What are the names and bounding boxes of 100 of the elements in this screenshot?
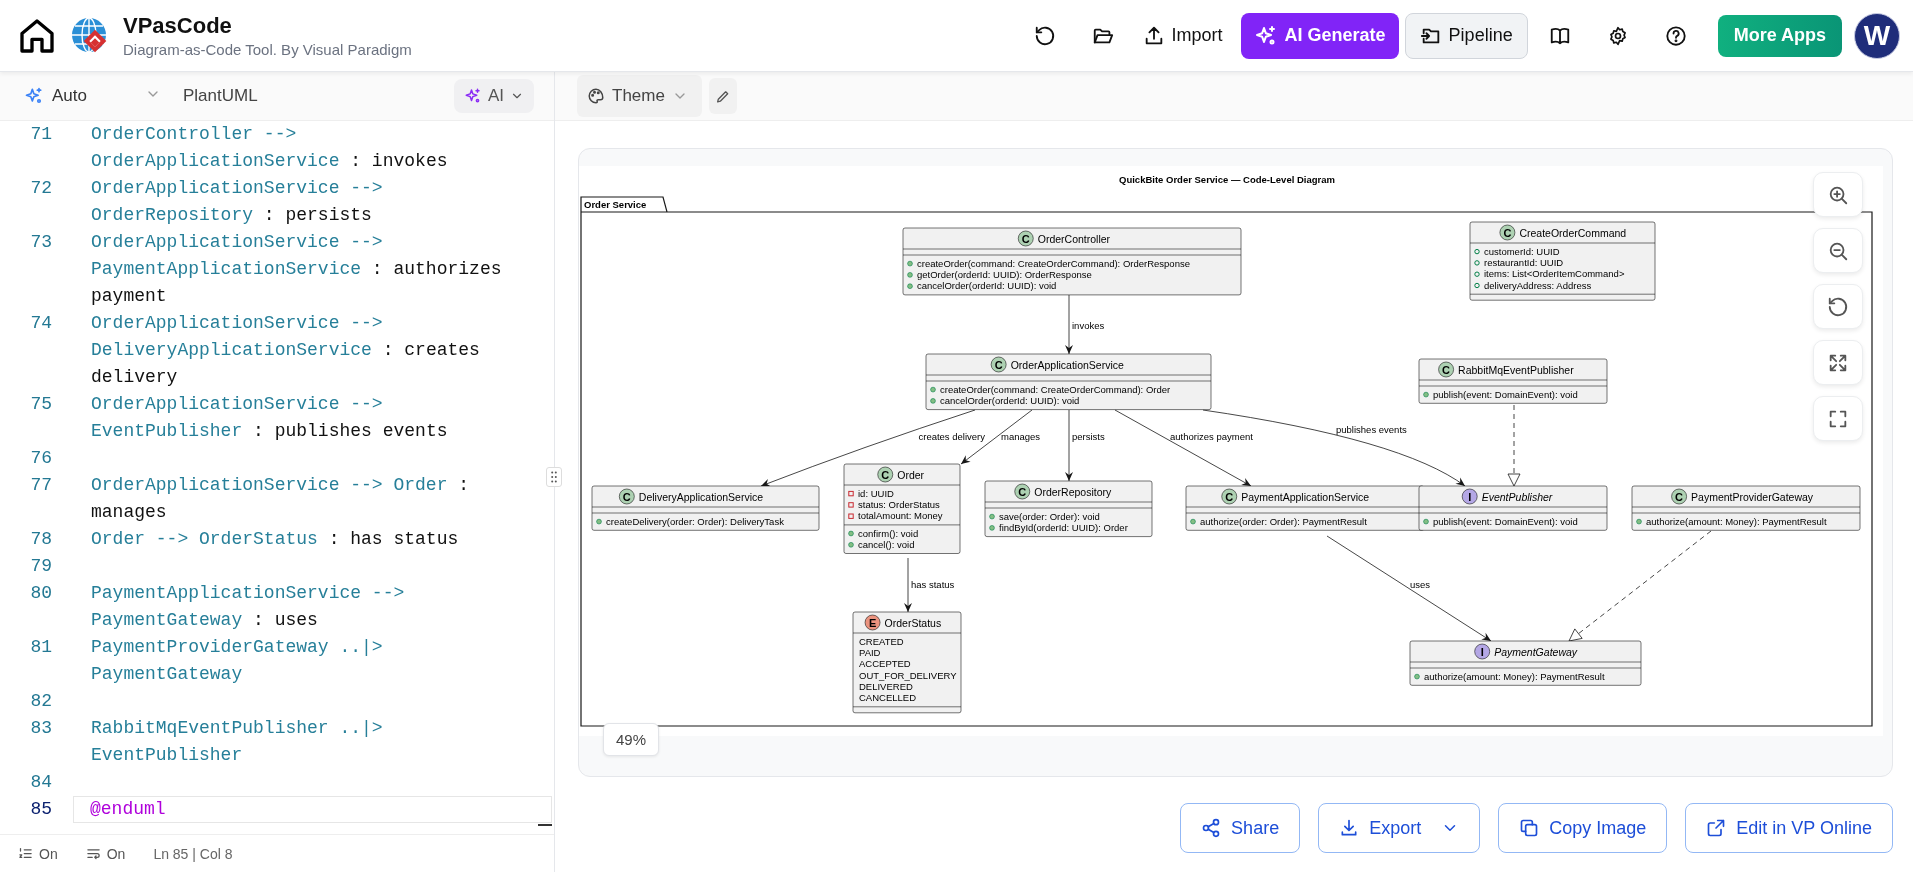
class-member: confirm(): void (858, 527, 919, 539)
package-name: Order Service (584, 199, 647, 210)
class-member: cancelOrder(orderId: UUID): void (917, 280, 1057, 292)
relation-label: invokes (1072, 320, 1105, 331)
line-number: 77 (29, 474, 52, 497)
badge-letter: I (1468, 490, 1472, 503)
grip-dots-icon (551, 471, 557, 483)
public-method-icon (1414, 673, 1420, 680)
badge-letter: C (881, 468, 890, 481)
sparkle-icon (24, 86, 44, 106)
class-name: PaymentGateway (1494, 645, 1578, 658)
code-line: PaymentProviderGateway ..|> PaymentGateway (91, 636, 384, 686)
export-button[interactable]: Export (1318, 803, 1481, 853)
class-member: publish(event: DomainEvent): void (1433, 515, 1578, 527)
association-arrow (904, 557, 912, 613)
app-title: VPasCode (123, 13, 233, 39)
edit-online-button[interactable]: Edit in VP Online (1685, 803, 1893, 853)
relation-label: manages (1001, 431, 1041, 442)
class-name: RabbitMqEventPublisher (1458, 363, 1574, 376)
diagram-title: QuickBite Order Service — Code-Level Diagram (1119, 174, 1335, 185)
app-subtitle: Diagram-as-Code Tool. By Visual Paradigm (123, 41, 412, 58)
line-number: 81 (29, 636, 52, 659)
badge-letter: C (1442, 363, 1451, 376)
class-name: OrderStatus (884, 616, 942, 629)
class-member: deliveryAddress: Address (1484, 279, 1592, 291)
line-number: 78 (29, 528, 52, 551)
line-numbers-toggle[interactable]: On (18, 845, 58, 862)
drag-handle[interactable] (546, 467, 562, 487)
class-member: cancel(): void (858, 539, 915, 550)
class-member: authorize(amount: Money): PaymentResult (1424, 670, 1605, 682)
user-avatar[interactable]: W (1854, 12, 1900, 59)
class-member: authorize(order: Order): PaymentResult (1200, 515, 1367, 527)
wrap-icon (85, 846, 101, 861)
class-name: OrderApplicationService (1010, 358, 1124, 371)
settings-icon (1607, 25, 1628, 46)
copy-image-button[interactable]: Copy Image (1498, 803, 1668, 853)
relation-label: publishes events (1336, 424, 1407, 435)
class-name: PaymentProviderGateway (1691, 490, 1814, 503)
help-icon (1664, 24, 1687, 47)
code-line: OrderApplicationService --> Order : manages (91, 474, 471, 524)
badge-letter: C (1503, 226, 1512, 239)
class-member: publish(event: DomainEvent): void (1433, 388, 1578, 400)
share-icon (1201, 818, 1222, 838)
line-number: 76 (29, 447, 52, 470)
line-number: 72 (29, 177, 52, 200)
badge-letter: C (1018, 485, 1027, 498)
code-line: RabbitMqEventPublisher ..|> EventPublisher (91, 717, 384, 767)
class-name: DeliveryApplicationService (638, 490, 764, 503)
badge-letter: C (1021, 232, 1030, 245)
ai-button[interactable]: AI (453, 79, 534, 113)
zoom-level: 49% (603, 723, 660, 756)
code-line: @enduml (90, 798, 167, 821)
line-number: 80 (29, 582, 52, 605)
code-line: OrderApplicationService --> PaymentApplicationService : authorizes payment (91, 231, 503, 308)
class-member: OUT_FOR_DELIVERY (859, 669, 957, 681)
class-name: OrderRepository (1034, 485, 1112, 498)
numbered-list-icon (18, 846, 33, 861)
public-method-icon (1423, 518, 1429, 525)
line-number: 85 (29, 798, 52, 821)
relation-label: authorizes payment (1170, 431, 1253, 442)
class-member: createOrder(command: CreateOrderCommand): OrderResponse (917, 257, 1190, 269)
class-member: getOrder(orderId: UUID): OrderResponse (917, 269, 1092, 281)
relation-label: persists (1072, 431, 1105, 442)
fullscreen-button[interactable] (1813, 396, 1863, 441)
line-number: 84 (29, 771, 52, 794)
class-member: CANCELLED (859, 692, 917, 704)
class-member: save(order: Order): void (999, 510, 1100, 522)
public-method-icon (1636, 518, 1642, 525)
class-member: PAID (859, 647, 881, 659)
code-line: OrderApplicationService --> DeliveryApplicationService : creates delivery (91, 312, 481, 389)
class-member: findById(orderId: UUID): Order (999, 522, 1128, 534)
reset-view-button[interactable] (1813, 284, 1863, 329)
relation-label: creates delivery (918, 431, 985, 442)
code-line: Order --> OrderStatus : has status (91, 528, 460, 551)
class-member: restaurantId: UUID (1484, 257, 1564, 269)
import-button[interactable]: Import (1134, 13, 1231, 58)
share-button[interactable]: Share (1180, 803, 1301, 853)
ai-generate-button[interactable]: AI Generate (1240, 12, 1399, 59)
edit-theme-button[interactable] (708, 78, 737, 114)
class-member: CREATED (859, 635, 904, 647)
external-link-icon (1706, 818, 1727, 838)
badge-letter: C (994, 358, 1003, 371)
theme-button[interactable]: Theme (577, 75, 702, 117)
zoom-in-button[interactable] (1813, 172, 1863, 217)
class-member: createDelivery(order: Order): DeliveryTask (606, 515, 784, 527)
public-method-icon (596, 518, 602, 525)
class-member: customerId: UUID (1484, 245, 1560, 257)
word-wrap-toggle[interactable]: On (85, 845, 126, 862)
public-method-icon (1190, 518, 1196, 525)
badge-letter: E (868, 616, 877, 629)
zoom-out-button[interactable] (1813, 228, 1863, 273)
class-member: DELIVERED (859, 681, 913, 692)
class-name: PaymentApplicationService (1241, 490, 1370, 503)
pipeline-button[interactable]: Pipeline (1404, 12, 1528, 59)
rotate-icon (1827, 295, 1849, 318)
line-number: 74 (29, 312, 52, 335)
line-number: 71 (29, 123, 52, 146)
download-icon (1339, 818, 1360, 838)
fit-button[interactable] (1813, 340, 1863, 385)
mode-select[interactable]: Auto (24, 86, 87, 106)
